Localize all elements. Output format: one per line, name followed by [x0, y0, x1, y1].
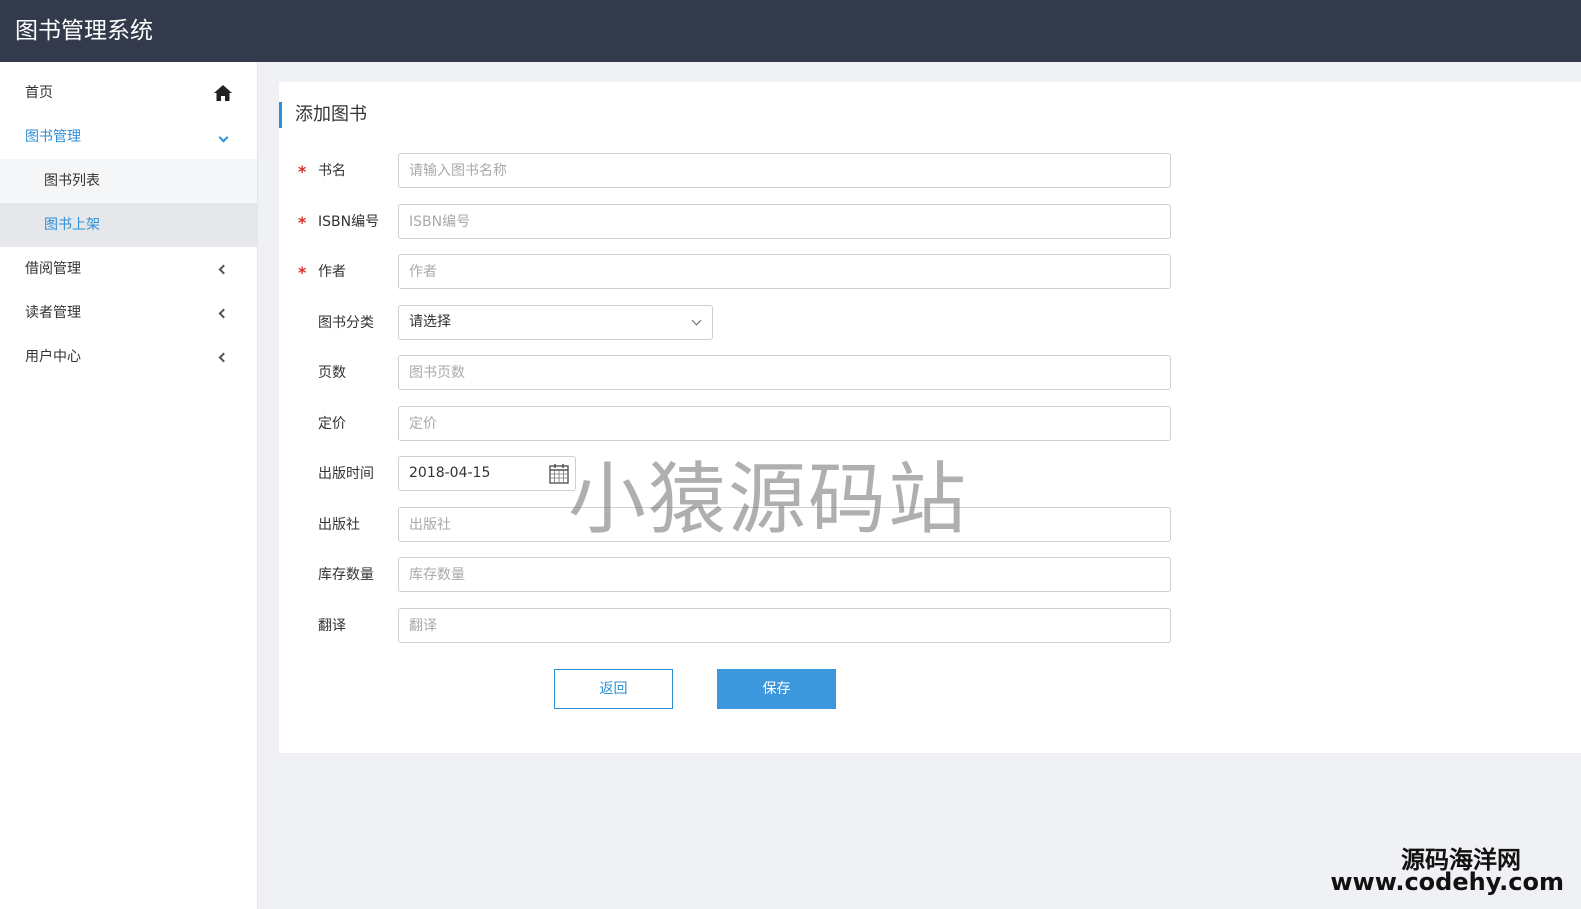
form-row-isbn: * ISBN编号: [279, 204, 1179, 240]
home-icon: [213, 71, 233, 120]
chevron-left-icon: [213, 247, 233, 291]
form-row-publisher: 出版社: [279, 507, 1179, 543]
sidebar-item-borrow-management[interactable]: 借阅管理: [0, 247, 257, 291]
form-row-pages: 页数: [279, 355, 1179, 391]
chevron-left-icon: [213, 335, 233, 379]
form-row-author: * 作者: [279, 254, 1179, 290]
sidebar-subitem-book-add[interactable]: 图书上架: [0, 203, 257, 247]
pub-date-value: 2018-04-15: [409, 465, 491, 481]
translator-input[interactable]: [398, 608, 1171, 643]
pages-input[interactable]: [398, 355, 1171, 390]
page-title: 添加图书: [279, 102, 367, 128]
sidebar-item-label: 图书管理: [25, 129, 81, 145]
field-label: 翻译: [318, 618, 346, 634]
publisher-input[interactable]: [398, 507, 1171, 542]
sidebar-item-label: 读者管理: [25, 305, 81, 321]
price-input[interactable]: [398, 406, 1171, 441]
form-row-translator: 翻译: [279, 608, 1179, 644]
sidebar-item-label: 图书上架: [44, 217, 100, 233]
category-select-value: 请选择: [409, 314, 451, 330]
sidebar-item-book-management[interactable]: 图书管理: [0, 115, 257, 159]
field-label: 出版时间: [318, 466, 374, 482]
field-label: 库存数量: [318, 567, 374, 583]
top-bar: 图书管理系统: [0, 0, 1581, 62]
form-row-category: 图书分类 请选择: [279, 305, 1179, 341]
form-row-price: 定价: [279, 406, 1179, 442]
calendar-icon[interactable]: [549, 463, 569, 484]
isbn-input[interactable]: [398, 204, 1171, 239]
required-mark: *: [298, 263, 307, 282]
field-label: 图书分类: [318, 315, 374, 331]
sidebar-item-home[interactable]: 首页: [0, 71, 257, 115]
field-label: 作者: [318, 264, 346, 280]
sidebar-item-label: 用户中心: [25, 349, 81, 365]
form-row-name: * 书名: [279, 153, 1179, 189]
field-label: 书名: [318, 163, 346, 179]
sidebar-item-label: 图书列表: [44, 173, 100, 189]
form-row-stock: 库存数量: [279, 557, 1179, 593]
chevron-down-icon: [691, 315, 702, 326]
form-row-pub-date: 出版时间 2018-04-15: [279, 456, 1179, 492]
back-button[interactable]: 返回: [554, 669, 673, 709]
sidebar: 首页 图书管理 图书列表 图书上架 借阅管理 读者管理 用户中心: [0, 62, 258, 909]
category-select[interactable]: 请选择: [398, 305, 713, 340]
save-button[interactable]: 保存: [717, 669, 836, 709]
sidebar-item-label: 首页: [25, 85, 53, 101]
add-book-panel: 添加图书 * 书名 * ISBN编号 * 作者 图书分类 请选择 页数 定价 出…: [279, 82, 1581, 753]
pub-date-picker[interactable]: 2018-04-15: [398, 456, 576, 491]
sidebar-subitem-book-list[interactable]: 图书列表: [0, 159, 257, 203]
book-name-input[interactable]: [398, 153, 1171, 188]
sidebar-item-reader-management[interactable]: 读者管理: [0, 291, 257, 335]
stock-input[interactable]: [398, 557, 1171, 592]
field-label: ISBN编号: [318, 214, 380, 230]
required-mark: *: [298, 213, 307, 232]
watermark-url: www.codehy.com: [1330, 868, 1564, 896]
author-input[interactable]: [398, 254, 1171, 289]
sidebar-item-label: 借阅管理: [25, 261, 81, 277]
chevron-down-icon: [213, 115, 233, 159]
chevron-left-icon: [213, 291, 233, 335]
field-label: 定价: [318, 416, 346, 432]
app-title: 图书管理系统: [15, 18, 153, 44]
required-mark: *: [298, 162, 307, 181]
field-label: 出版社: [318, 517, 360, 533]
field-label: 页数: [318, 365, 346, 381]
sidebar-item-user-center[interactable]: 用户中心: [0, 335, 257, 379]
